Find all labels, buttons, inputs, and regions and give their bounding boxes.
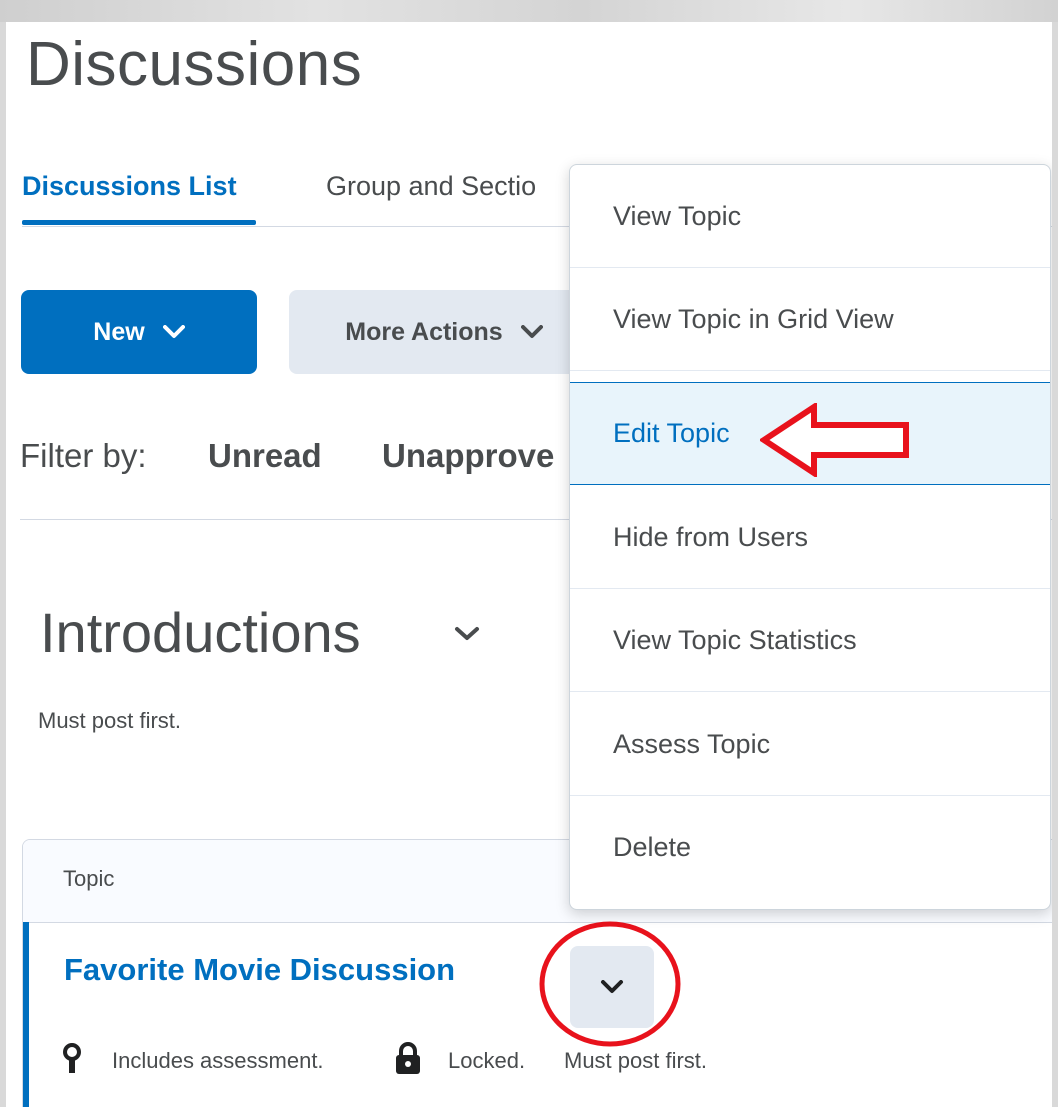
new-button-label: New <box>93 317 145 346</box>
topic-context-menu-button[interactable] <box>570 946 654 1028</box>
menu-item-hide-from-users[interactable]: Hide from Users <box>570 486 1050 589</box>
tab-group-and-section[interactable]: Group and Sectio <box>326 168 536 204</box>
background-band <box>0 0 1058 22</box>
forum-title: Introductions <box>40 601 361 664</box>
row-accent-bar <box>23 922 29 1107</box>
ribbon-icon <box>63 1043 81 1073</box>
chevron-down-icon <box>162 325 185 338</box>
menu-item-view-topic[interactable]: View Topic <box>570 165 1050 268</box>
menu-item-edit-topic[interactable]: Edit Topic <box>570 382 1050 485</box>
more-actions-button[interactable]: More Actions <box>289 290 599 374</box>
discussions-page: Discussions Discussions List Group and S… <box>6 22 1052 1107</box>
chevron-down-icon[interactable] <box>454 626 480 642</box>
chevron-down-icon <box>601 980 623 993</box>
chevron-down-icon <box>520 325 543 338</box>
menu-item-delete[interactable]: Delete <box>570 796 1050 899</box>
page-title: Discussions <box>26 30 363 99</box>
table-header-topic: Topic <box>63 866 115 891</box>
meta-includes-assessment: Includes assessment. <box>112 1048 324 1073</box>
tab-discussions-list[interactable]: Discussions List <box>22 168 237 204</box>
filter-label: Filter by: <box>20 437 147 474</box>
filter-unread[interactable]: Unread <box>208 436 322 476</box>
menu-item-view-topic-grid[interactable]: View Topic in Grid View <box>570 268 1050 371</box>
menu-item-assess-topic[interactable]: Assess Topic <box>570 693 1050 796</box>
topic-context-menu: View Topic View Topic in Grid View Edit … <box>569 164 1051 910</box>
menu-item-view-topic-statistics[interactable]: View Topic Statistics <box>570 589 1050 692</box>
active-tab-indicator <box>22 220 256 225</box>
meta-locked: Locked. <box>448 1048 526 1073</box>
lock-icon <box>396 1042 420 1074</box>
more-actions-label: More Actions <box>345 317 503 346</box>
topic-link[interactable]: Favorite Movie Discussion <box>64 950 455 990</box>
filter-unapproved[interactable]: Unapprove <box>382 436 554 476</box>
new-button[interactable]: New <box>21 290 257 374</box>
meta-must-post-first: Must post first. <box>564 1048 708 1073</box>
forum-description: Must post first. <box>38 708 182 733</box>
